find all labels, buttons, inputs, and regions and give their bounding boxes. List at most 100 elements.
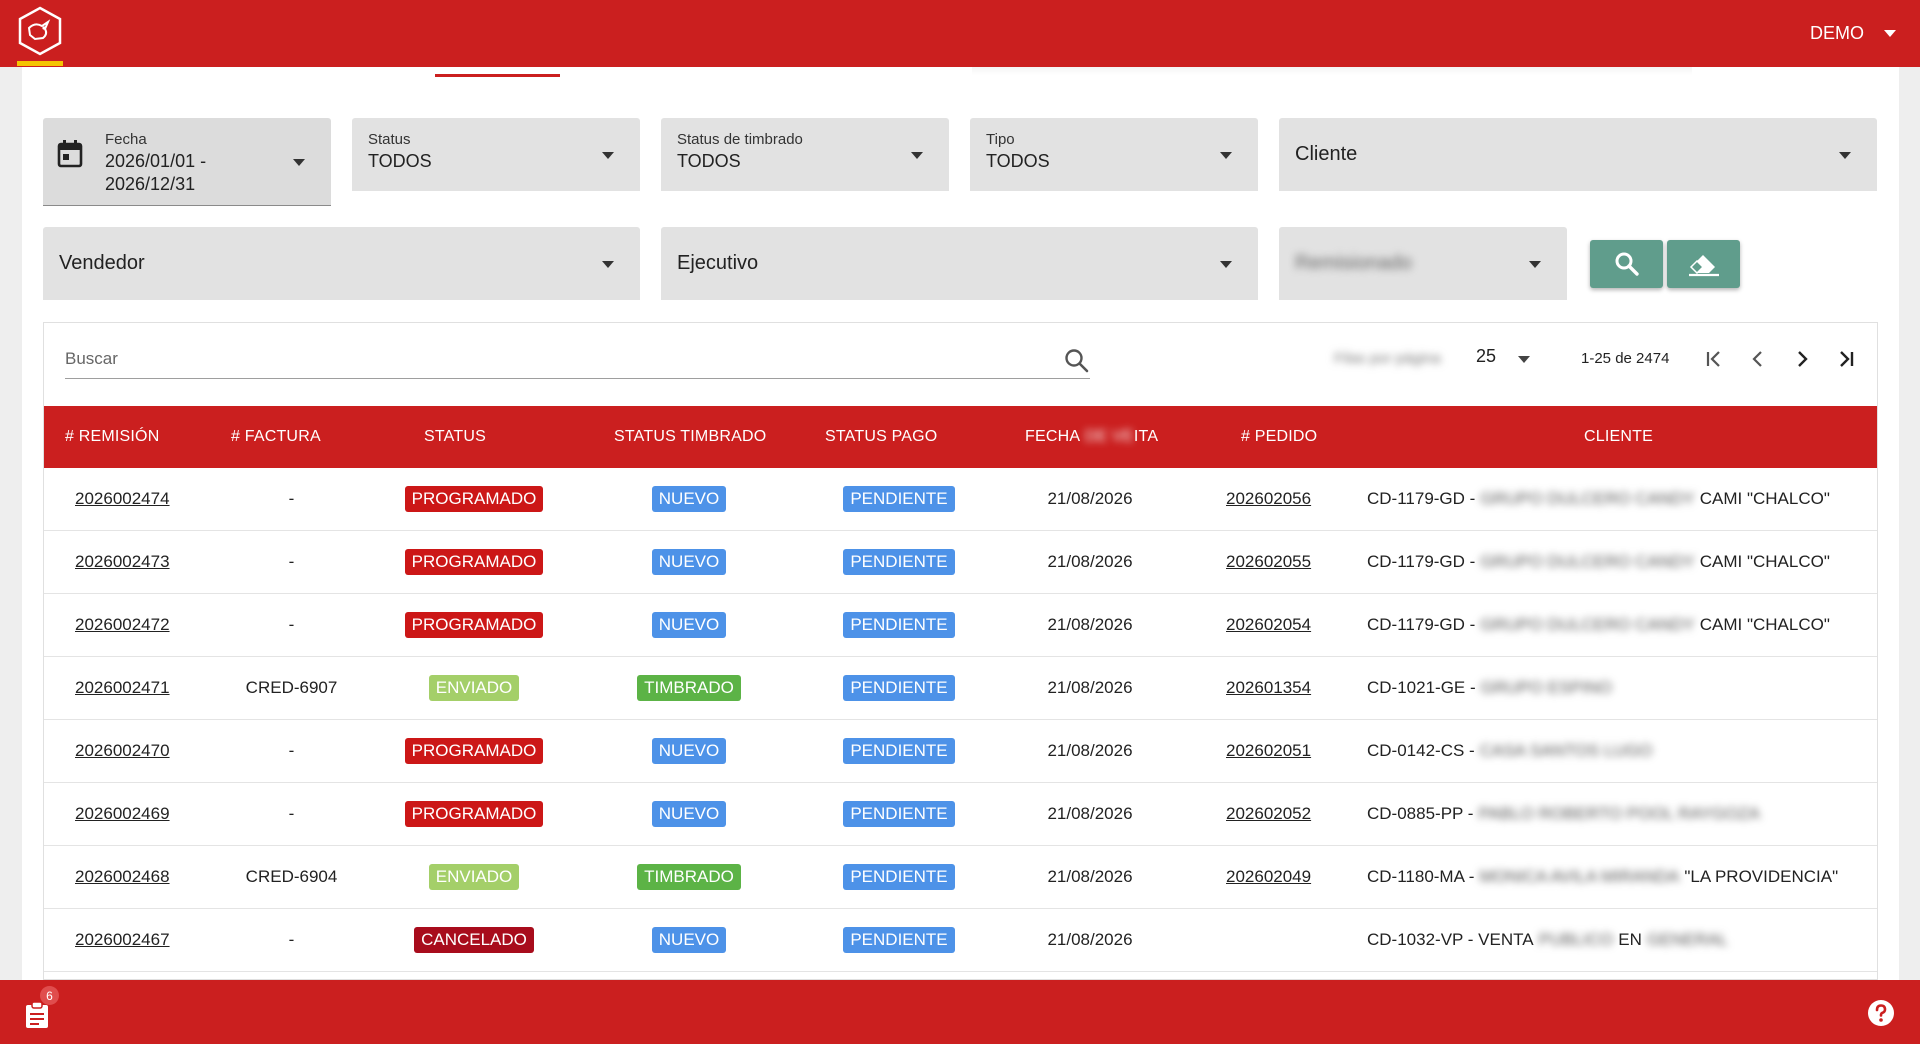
pago-badge: PENDIENTE (843, 738, 955, 764)
remision-link[interactable]: 2026002469 (75, 783, 170, 845)
col-header-remision[interactable]: # REMISIÓN (65, 406, 159, 468)
last-page-icon[interactable] (1832, 345, 1860, 373)
cliente-cell: CD-0885-PP - PABLO ROBERTO POOL RAYGOZA (1367, 804, 1760, 823)
bottom-bar: 6 (0, 980, 1920, 1044)
cliente-select[interactable]: Cliente (1279, 118, 1877, 191)
col-header-pedido[interactable]: # PEDIDO (1241, 406, 1317, 468)
table-header: # REMISIÓN # FACTURA STATUS STATUS TIMBR… (44, 406, 1877, 468)
first-page-icon[interactable] (1700, 345, 1728, 373)
prev-page-icon[interactable] (1744, 345, 1772, 373)
remision-link[interactable]: 2026002471 (75, 657, 170, 719)
remision-link[interactable]: 2026002467 (75, 909, 170, 971)
fecha-cell: 21/08/2026 (1047, 489, 1133, 508)
search-icon[interactable] (1064, 348, 1090, 374)
clear-filters-button[interactable] (1667, 240, 1740, 288)
fecha-cell: 21/08/2026 (1047, 741, 1133, 760)
chevron-down-icon[interactable] (1518, 356, 1530, 363)
pedido-link[interactable]: 202602054 (1226, 594, 1311, 656)
status-badge: PROGRAMADO (404, 738, 544, 764)
table-row[interactable]: 2026002467 - CANCELADO NUEVO PENDIENTE 21/08/… (44, 909, 1877, 972)
chevron-down-icon (602, 260, 614, 268)
status-badge: PROGRAMADO (404, 612, 544, 638)
factura-cell: - (288, 489, 295, 508)
factura-cell: - (288, 804, 295, 823)
clipboard-icon[interactable] (24, 1001, 50, 1029)
pedido-link[interactable]: 202602055 (1226, 531, 1311, 593)
col-header-cliente[interactable]: CLIENTE (1584, 406, 1653, 468)
fecha-cell: 21/08/2026 (1047, 615, 1133, 634)
tab-strip-shadow (972, 67, 1692, 75)
pago-badge: PENDIENTE (843, 801, 955, 827)
fecha-cell: 21/08/2026 (1047, 678, 1133, 697)
table-row[interactable]: 2026002470 - PROGRAMADO NUEVO PENDIENTE 21/08… (44, 720, 1877, 783)
pedido-link[interactable]: 202602056 (1226, 468, 1311, 530)
status-cell: PROGRAMADO (394, 531, 554, 593)
logo-icon[interactable] (17, 6, 63, 56)
help-icon[interactable] (1867, 999, 1895, 1027)
main-content: Fecha 2026/01/01 -2026/12/31 Status TODO… (22, 67, 1920, 980)
status-cell: ENVIADO (394, 657, 554, 719)
col-header-status[interactable]: STATUS (424, 406, 486, 468)
status-timbrado-value: TODOS (677, 151, 741, 171)
status-timbrado-cell: TIMBRADO (609, 846, 769, 908)
remision-link[interactable]: 2026002473 (75, 531, 170, 593)
status-pago-cell: PENDIENTE (819, 594, 979, 656)
timbrado-badge: TIMBRADO (637, 864, 741, 890)
factura-cell: - (288, 552, 295, 571)
date-range-label: Fecha (105, 131, 147, 148)
chevron-down-icon (602, 151, 614, 159)
pedido-link[interactable]: 202602049 (1226, 846, 1311, 908)
ejecutivo-select[interactable]: Ejecutivo (661, 227, 1258, 300)
next-page-icon[interactable] (1788, 345, 1816, 373)
col-header-status-pago[interactable]: STATUS PAGO (825, 406, 937, 468)
timbrado-badge: NUEVO (651, 549, 727, 575)
date-range-select[interactable]: Fecha 2026/01/01 -2026/12/31 (43, 118, 331, 206)
top-app-bar: DEMO (0, 0, 1920, 67)
pago-badge: PENDIENTE (843, 675, 955, 701)
remision-link[interactable]: 2026002468 (75, 846, 170, 908)
logo-active-indicator (17, 61, 63, 66)
pedido-link[interactable]: 202602052 (1226, 783, 1311, 845)
status-badge: PROGRAMADO (404, 486, 544, 512)
remisionado-select[interactable]: Remisionado (1279, 227, 1567, 300)
table-row[interactable]: 2026002472 - PROGRAMADO NUEVO PENDIENTE 21/08… (44, 594, 1877, 657)
search-field[interactable] (65, 340, 1090, 379)
tipo-select[interactable]: Tipo TODOS (970, 118, 1258, 191)
col-header-fecha[interactable]: FECHA DE VE ITA (1025, 406, 1158, 468)
chevron-down-icon (1529, 260, 1541, 268)
remision-link[interactable]: 2026002474 (75, 468, 170, 530)
status-cell: PROGRAMADO (394, 720, 554, 782)
col-header-status-timbrado[interactable]: STATUS TIMBRADO (614, 406, 766, 468)
user-menu[interactable]: DEMO (1810, 0, 1896, 67)
chevron-down-icon (911, 151, 923, 159)
col-header-factura[interactable]: # FACTURA (231, 406, 321, 468)
status-timbrado-cell: NUEVO (609, 594, 769, 656)
pedido-link[interactable]: 202602051 (1226, 720, 1311, 782)
status-pago-cell: PENDIENTE (819, 783, 979, 845)
remision-link[interactable]: 2026002470 (75, 720, 170, 782)
table-row[interactable]: 2026002469 - PROGRAMADO NUEVO PENDIENTE 21/08… (44, 783, 1877, 846)
search-input[interactable] (65, 340, 1045, 378)
table-row[interactable]: 2026002474 - PROGRAMADO NUEVO PENDIENTE 21/08… (44, 468, 1877, 531)
table-row[interactable]: 2026002471 CRED-6907 ENVIADO TIMBRADO PENDIE… (44, 657, 1877, 720)
chevron-down-icon (1884, 30, 1896, 37)
rows-per-page-select[interactable]: 25 (1476, 346, 1496, 367)
status-badge: PROGRAMADO (404, 801, 544, 827)
timbrado-badge: NUEVO (651, 486, 727, 512)
cliente-label: Cliente (1295, 143, 1358, 165)
table-row[interactable]: 2026002473 - PROGRAMADO NUEVO PENDIENTE 21/08… (44, 531, 1877, 594)
vendedor-select[interactable]: Vendedor (43, 227, 640, 300)
status-timbrado-cell: TIMBRADO (609, 657, 769, 719)
timbrado-badge: NUEVO (651, 927, 727, 953)
cliente-cell: CD-1179-GD - GRUPO DULCERO CANDY CAMI "CHA… (1367, 615, 1830, 634)
status-timbrado-select[interactable]: Status de timbrado TODOS (661, 118, 949, 191)
timbrado-badge: NUEVO (651, 801, 727, 827)
search-button[interactable] (1590, 240, 1663, 288)
tipo-value: TODOS (986, 151, 1050, 171)
remision-link[interactable]: 2026002472 (75, 594, 170, 656)
filters-card: Fecha 2026/01/01 -2026/12/31 Status TODO… (22, 67, 1899, 980)
remisionado-label: Remisionado (1295, 252, 1412, 274)
table-row[interactable]: 2026002468 CRED-6904 ENVIADO TIMBRADO PENDIE… (44, 846, 1877, 909)
status-select[interactable]: Status TODOS (352, 118, 640, 191)
pedido-link[interactable]: 202601354 (1226, 657, 1311, 719)
